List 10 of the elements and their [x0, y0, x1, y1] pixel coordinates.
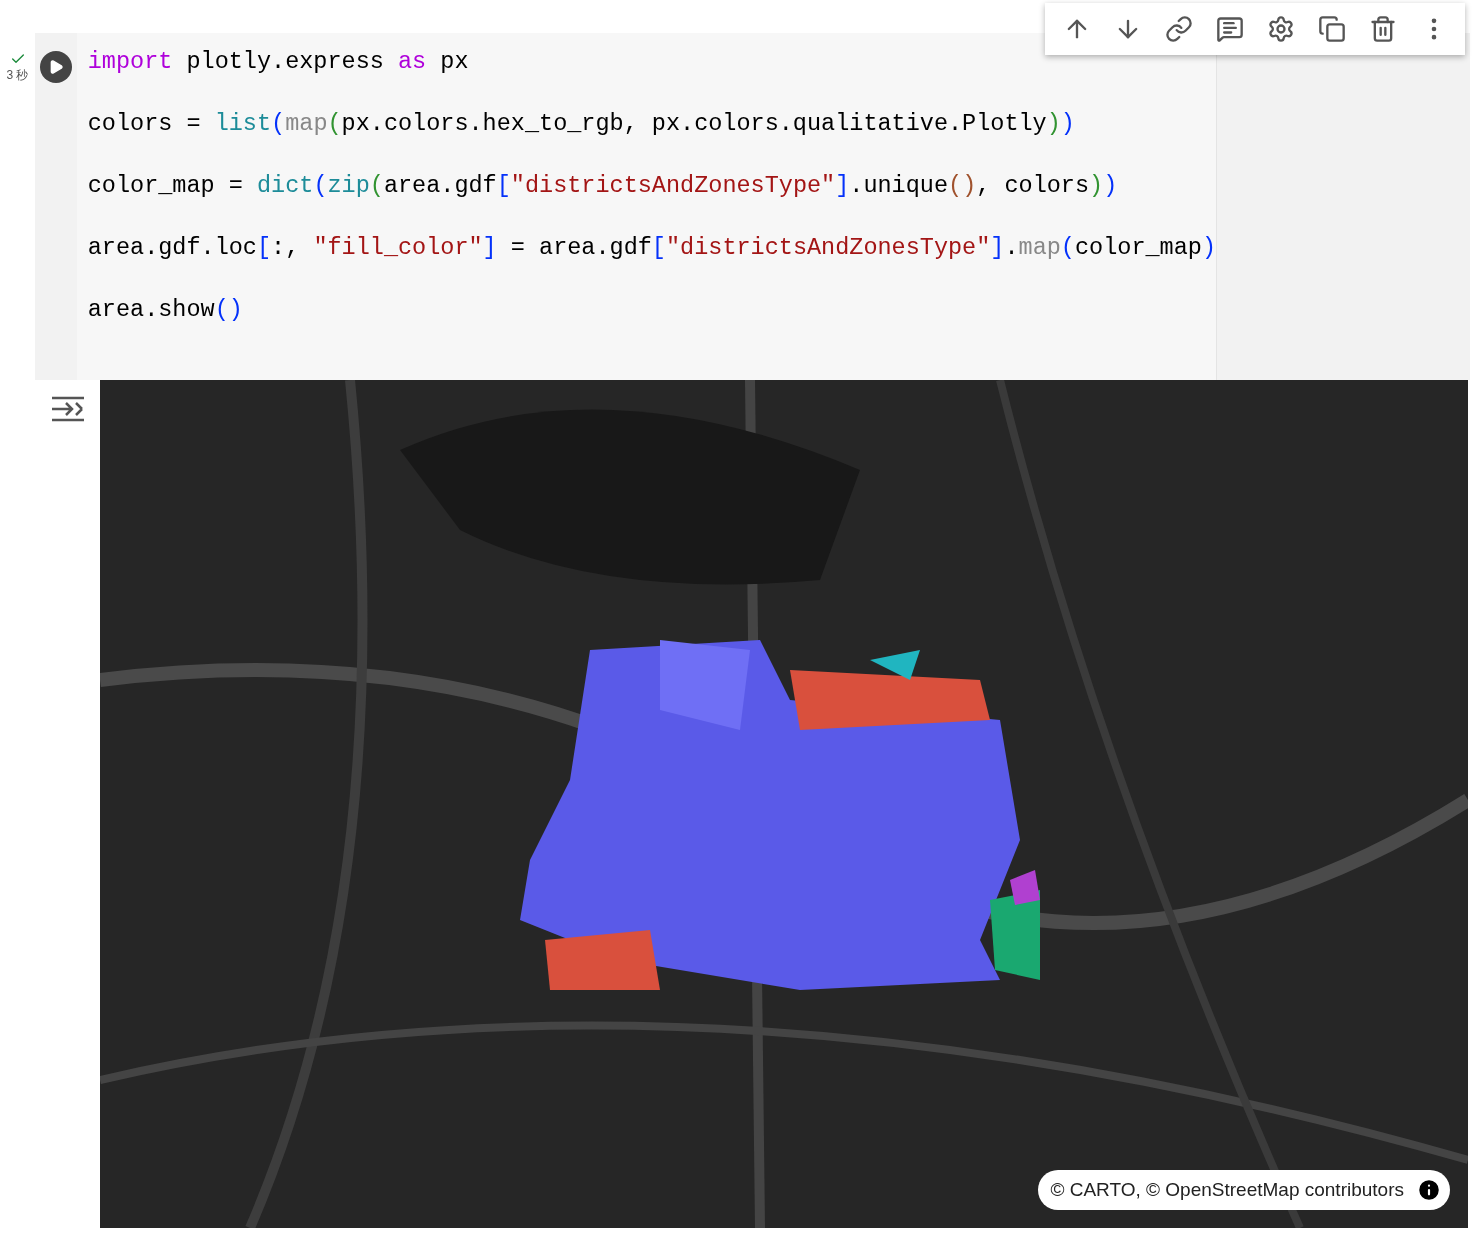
- info-icon[interactable]: [1416, 1177, 1442, 1203]
- code-editor[interactable]: [76, 33, 1217, 380]
- code-line: area.show(): [87, 295, 244, 324]
- run-time: 3 秒: [6, 67, 29, 84]
- code-line: colors = list(map(px.colors.hex_to_rgb, px.colors.qualitative.Plotly)): [87, 109, 1076, 138]
- code-line: import plotly.express as px: [87, 47, 470, 76]
- code-line: area.gdf.loc[:, "fill_color"] = area.gdf["districtsAndZonesType"].map(color_map): [87, 233, 1216, 262]
- run-button[interactable]: [39, 51, 72, 83]
- code-line: color_map = dict(zip(area.gdf["districtsAndZonesType"].unique(), colors)): [87, 171, 1119, 200]
- attribution-text: © CARTO, © OpenStreetMap contributors: [1050, 1179, 1404, 1201]
